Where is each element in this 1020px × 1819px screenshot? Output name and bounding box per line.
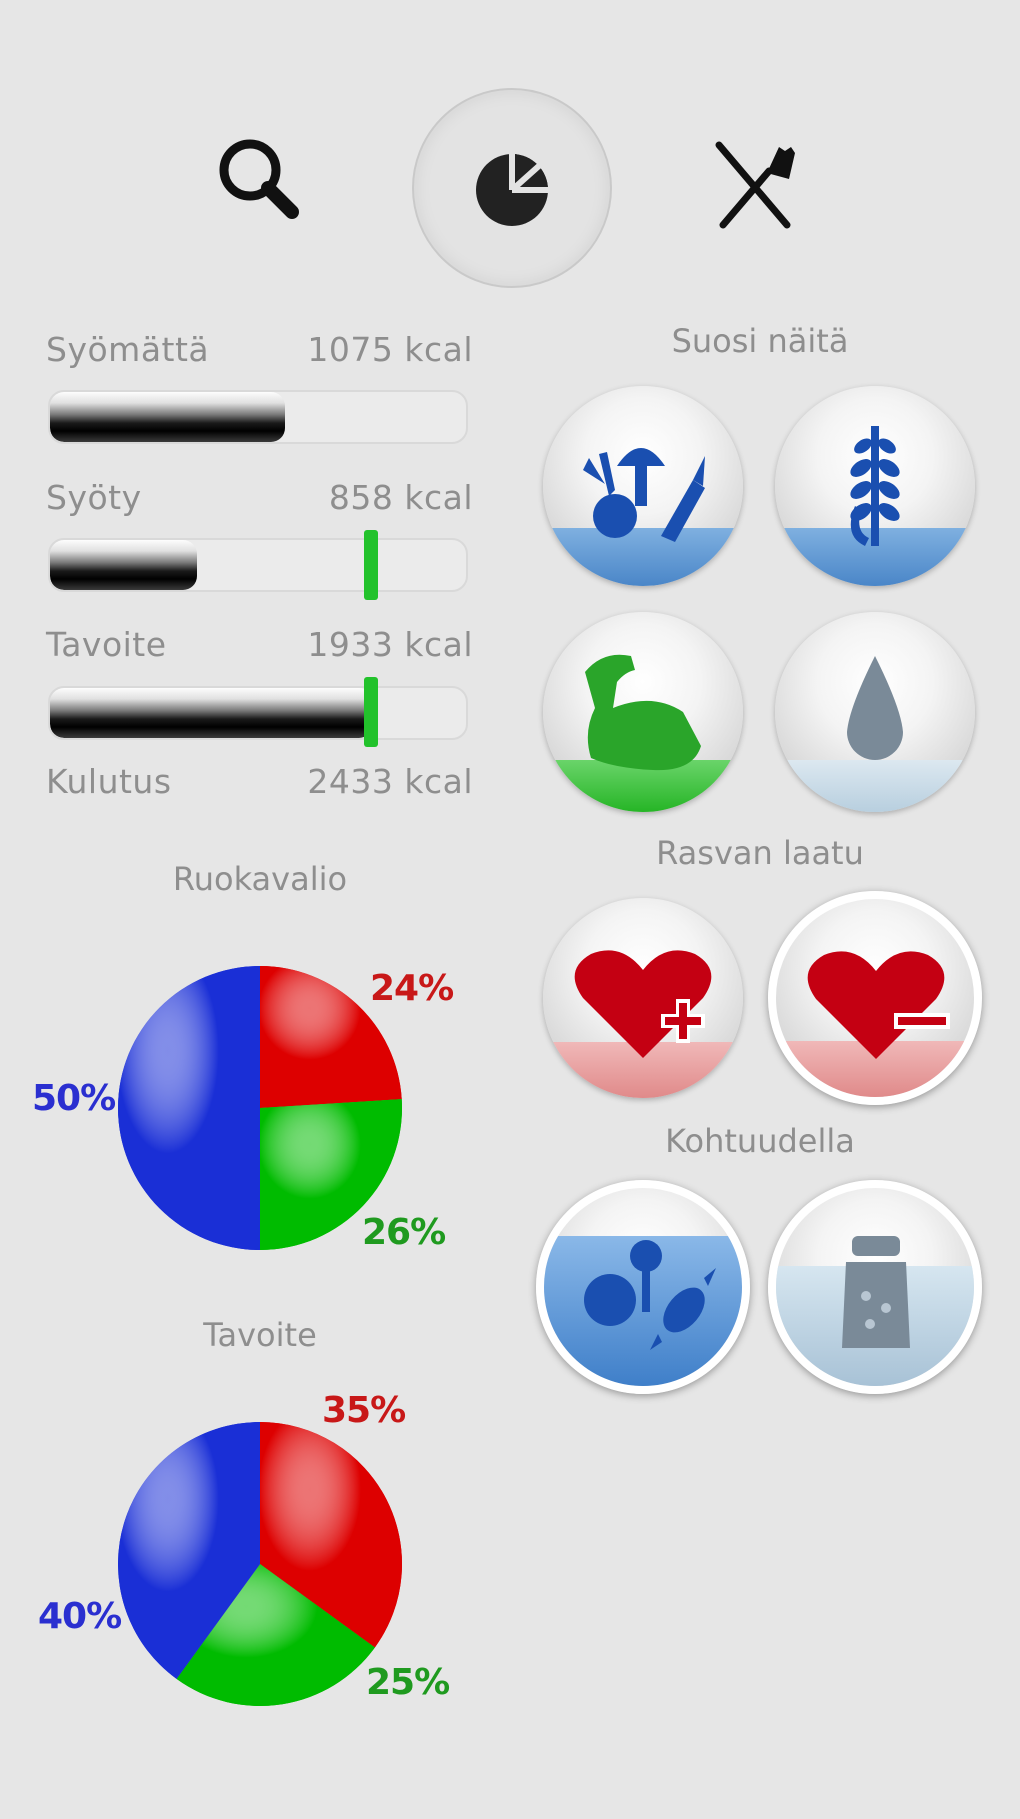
- diet-chart-title: Ruokavalio: [172, 860, 348, 898]
- nutrition-chart-icon: [476, 151, 551, 226]
- heart-plus-icon: [574, 950, 712, 1058]
- meals-button[interactable]: [700, 130, 810, 240]
- uneaten-value: 1075 kcal: [307, 330, 473, 369]
- uneaten-label: Syömättä: [46, 330, 210, 369]
- search-button[interactable]: [200, 120, 320, 240]
- favor-title: Suosi näitä: [671, 322, 849, 360]
- grain-icon: [850, 426, 900, 546]
- eaten-label: Syöty: [46, 478, 142, 517]
- search-icon: [219, 139, 299, 219]
- diet-carb-pct: 50%: [32, 1078, 116, 1119]
- goal-bar: [48, 686, 468, 740]
- sweets-icon: [584, 1240, 716, 1350]
- good-fat-button[interactable]: [543, 898, 743, 1098]
- salt-button[interactable]: [768, 1180, 982, 1394]
- water-button[interactable]: [775, 612, 975, 812]
- uneaten-bar: [48, 390, 468, 444]
- water-drop-icon: [847, 656, 903, 760]
- goal-fat-pct: 25%: [366, 1662, 450, 1703]
- goal-carb-pct: 40%: [38, 1596, 122, 1637]
- goal-marker: [364, 677, 379, 747]
- vegetables-button[interactable]: [543, 386, 743, 586]
- protein-muscle-icon: [585, 654, 701, 771]
- diet-carb-slice-shade: [118, 966, 260, 1250]
- heart-minus-icon: [807, 951, 950, 1059]
- eaten-value: 858 kcal: [328, 478, 473, 517]
- fat-quality-title: Rasvan laatu: [656, 834, 864, 872]
- eaten-bar: [48, 538, 468, 592]
- moderation-title: Kohtuudella: [665, 1122, 855, 1160]
- goal-protein-pct: 35%: [322, 1390, 406, 1431]
- goal-bar-fill: [50, 688, 374, 738]
- goal-pie-chart: [118, 1422, 402, 1706]
- diet-fat-pct: 26%: [362, 1212, 446, 1253]
- goal-chart-title: Tavoite: [203, 1316, 317, 1354]
- eaten-goal-marker: [364, 530, 379, 600]
- goal-value: 1933 kcal: [307, 625, 473, 664]
- bad-fat-button[interactable]: [768, 891, 982, 1105]
- fork-knife-icon: [715, 141, 795, 229]
- salt-shaker-icon: [842, 1236, 910, 1348]
- sweets-button[interactable]: [536, 1180, 750, 1394]
- eaten-bar-fill: [50, 540, 197, 590]
- consumption-value: 2433 kcal: [307, 762, 473, 801]
- consumption-label: Kulutus: [46, 762, 172, 801]
- vegetables-icon: [583, 448, 705, 542]
- diet-protein-pct: 24%: [370, 968, 454, 1009]
- grain-button[interactable]: [775, 386, 975, 586]
- protein-button[interactable]: [543, 612, 743, 812]
- goal-label: Tavoite: [46, 625, 167, 664]
- nutrition-tab-button[interactable]: [412, 88, 612, 288]
- uneaten-bar-fill: [50, 392, 286, 442]
